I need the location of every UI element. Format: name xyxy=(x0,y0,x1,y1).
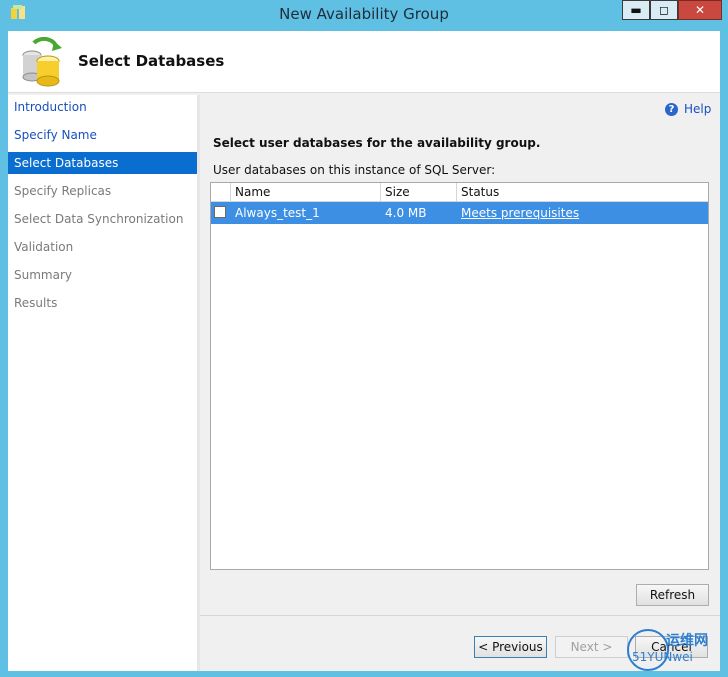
instruction-text: Select user databases for the availabili… xyxy=(213,136,541,150)
title-bar[interactable]: New Availability Group ▬ ◻ ✕ xyxy=(0,0,728,28)
row-checkbox[interactable] xyxy=(214,206,226,218)
table-row[interactable]: Always_test_1 4.0 MB Meets prerequisites xyxy=(211,202,708,224)
watermark-line1: 运维网 xyxy=(666,633,708,649)
wizard-client: Select Databases Introduction Specify Na… xyxy=(8,31,720,671)
watermark: 运维网 51YUNwei xyxy=(614,628,722,674)
wizard-window: New Availability Group ▬ ◻ ✕ Select Data… xyxy=(0,0,728,677)
nav-item-specify-replicas: Specify Replicas xyxy=(14,184,112,198)
nav-item-introduction[interactable]: Introduction xyxy=(8,96,197,118)
table-header: Name Size Status xyxy=(211,183,708,202)
nav-item-select-data-sync: Select Data Synchronization xyxy=(14,212,184,226)
help-label: Help xyxy=(684,102,712,116)
database-icon xyxy=(22,37,62,87)
header-name[interactable]: Name xyxy=(231,183,381,201)
row-name: Always_test_1 xyxy=(235,206,320,220)
previous-button[interactable]: < Previous xyxy=(474,636,547,658)
database-table[interactable]: Name Size Status Always_test_1 4.0 MB Me… xyxy=(210,182,709,570)
maximize-button[interactable]: ◻ xyxy=(650,0,678,20)
header-check-column xyxy=(211,183,231,201)
row-size: 4.0 MB xyxy=(385,206,427,220)
nav-item-select-databases[interactable]: Select Databases xyxy=(8,152,197,174)
window-title: New Availability Group xyxy=(279,5,449,23)
page-title: Select Databases xyxy=(78,52,225,70)
header-size[interactable]: Size xyxy=(381,183,457,201)
question-icon: ? xyxy=(665,102,678,116)
wizard-nav: Introduction Specify Name Select Databas… xyxy=(8,95,197,671)
nav-item-specify-name[interactable]: Specify Name xyxy=(8,124,197,146)
help-link[interactable]: ? Help xyxy=(665,102,711,116)
refresh-button[interactable]: Refresh xyxy=(636,584,709,606)
nav-item-results: Results xyxy=(14,296,58,310)
footer-divider xyxy=(200,615,720,616)
header-status[interactable]: Status xyxy=(457,183,708,201)
database-list-label: User databases on this instance of SQL S… xyxy=(213,163,496,177)
nav-item-summary: Summary xyxy=(14,268,72,282)
row-status-link[interactable]: Meets prerequisites xyxy=(457,202,657,224)
main-panel: ? Help Select user databases for the ava… xyxy=(200,95,720,671)
nav-item-validation: Validation xyxy=(14,240,74,254)
close-button[interactable]: ✕ xyxy=(678,0,722,20)
page-header: Select Databases xyxy=(8,31,720,93)
minimize-button[interactable]: ▬ xyxy=(622,0,650,20)
watermark-line2: 51YUNwei xyxy=(632,650,693,664)
